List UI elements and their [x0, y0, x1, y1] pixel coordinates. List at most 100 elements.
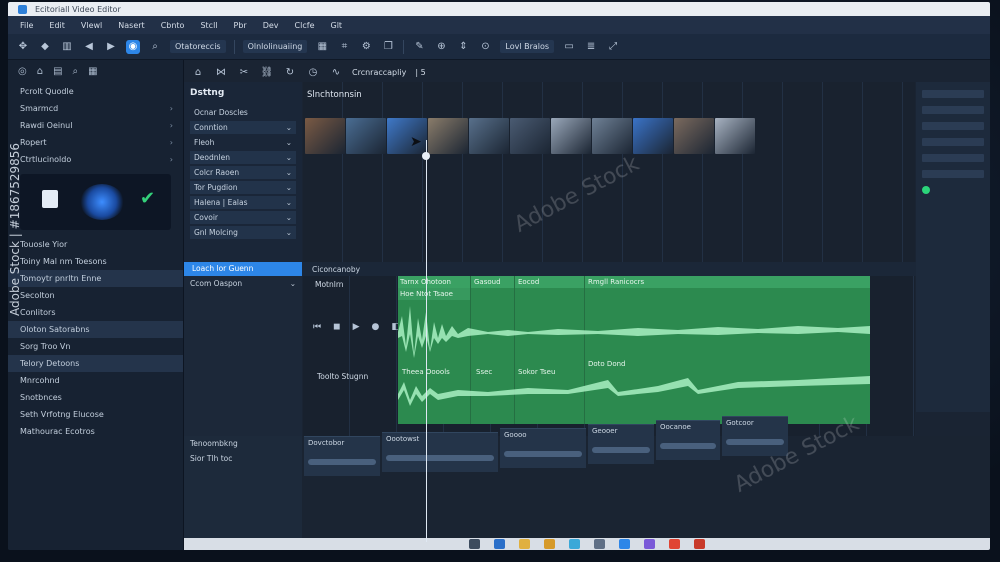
clip-thumbnail[interactable]	[715, 118, 755, 154]
toolbar-tab-label[interactable]: Crcnraccapliy	[352, 68, 406, 77]
taskbar-app-icon[interactable]	[469, 539, 480, 549]
sidebar-item[interactable]: Oloton Satorabns	[8, 321, 183, 338]
menu-item[interactable]: Stcll	[200, 21, 217, 30]
inspector-field[interactable]	[922, 106, 984, 114]
sidebar-section-label[interactable]: Pcrolt Quodle	[8, 83, 183, 100]
browser-row[interactable]: Tor Pugdion ⌄	[190, 181, 296, 194]
taskbar-app-icon[interactable]	[544, 539, 555, 549]
arrow-right-icon[interactable]: ▶	[104, 40, 118, 54]
clip-lane[interactable]: Dovctobor	[304, 436, 380, 476]
diamond-icon[interactable]: ◆	[38, 40, 52, 54]
split-icon[interactable]: ▥	[60, 40, 74, 54]
move-icon[interactable]: ✥	[16, 40, 30, 54]
loop-icon[interactable]: ↻	[283, 65, 297, 79]
load-button[interactable]: Lovl Bralos	[500, 40, 555, 53]
menu-item[interactable]: Glt	[331, 21, 343, 30]
mute-icon[interactable]: ◼	[333, 322, 340, 332]
toolbar-item-label[interactable]: Olnlolinuaiing	[242, 40, 308, 53]
sidebar-item[interactable]: Ropert ›	[8, 134, 183, 151]
clip-thumbnail[interactable]	[510, 118, 550, 154]
clip-lane[interactable]: Oocanoe	[656, 420, 720, 460]
play-icon[interactable]: ▶	[353, 322, 360, 332]
menu-item[interactable]: Edit	[49, 21, 65, 30]
menu-item[interactable]: File	[20, 21, 33, 30]
record-icon[interactable]: ●	[372, 322, 380, 332]
lock-icon[interactable]: ⌂	[37, 66, 43, 77]
layers-icon[interactable]: ≣	[584, 40, 598, 54]
browser-row[interactable]: Fleoh ⌄	[190, 136, 296, 149]
sidebar-item[interactable]: Secolton	[8, 287, 183, 304]
up-down-icon[interactable]: ⇕	[456, 40, 470, 54]
audio-region[interactable]: Tarnx Ohotoon Gasoud Eocod Rmgll Ranicoc…	[398, 276, 870, 424]
sidebar-item[interactable]: Telory Detoons	[8, 355, 183, 372]
sidebar-item[interactable]: Snotbnces	[8, 389, 183, 406]
globe-icon[interactable]: ◎	[18, 66, 27, 77]
inspector-field[interactable]	[922, 90, 984, 98]
clip-thumbnail[interactable]	[305, 118, 345, 154]
expand-icon[interactable]: ⤢	[606, 40, 620, 54]
wave-icon[interactable]: ∿	[329, 65, 343, 79]
taskbar-app-icon[interactable]	[519, 539, 530, 549]
taskbar-app-icon[interactable]	[594, 539, 605, 549]
grid-icon[interactable]: ▦	[315, 40, 329, 54]
browser-row[interactable]: Deodnlen ⌄	[190, 151, 296, 164]
menu-item[interactable]: Nasert	[118, 21, 144, 30]
previous-icon[interactable]: ⏮	[313, 322, 321, 332]
crop-icon[interactable]: ⌗	[337, 40, 351, 54]
playhead-handle[interactable]	[422, 152, 430, 160]
sidebar-item[interactable]: Tomoytr pnrltn Enne	[8, 270, 183, 287]
clip-thumbnail[interactable]	[592, 118, 632, 154]
inspector-field[interactable]	[922, 170, 984, 178]
sidebar-item[interactable]: Touosle Yior	[8, 236, 183, 253]
copy-icon[interactable]: ❐	[381, 40, 395, 54]
track-head[interactable]: Ccom Oaspon ⌄	[184, 276, 302, 291]
taskbar-app-icon[interactable]	[494, 539, 505, 549]
snap-icon[interactable]: ⋈	[214, 65, 228, 79]
razor-icon[interactable]: ✂	[237, 65, 251, 79]
settings-icon[interactable]: ⚙	[359, 40, 373, 54]
toolbar-search-label[interactable]: Otatoreccis	[170, 40, 226, 53]
menu-item[interactable]: Vlewl	[81, 21, 102, 30]
sidebar-item[interactable]: Seth Vrfotng Elucose	[8, 406, 183, 423]
folder-icon[interactable]: ▤	[53, 66, 62, 77]
menu-item[interactable]: Dev	[263, 21, 279, 30]
timeline-tab-active[interactable]: Loach lor Guenn	[184, 262, 302, 276]
sidebar-item[interactable]: Conlitors	[8, 304, 183, 321]
clip-thumbnail[interactable]	[633, 118, 673, 154]
sidebar-item[interactable]: Mnrcohnd	[8, 372, 183, 389]
browser-row[interactable]: Conntion ⌄	[190, 121, 296, 134]
clip-thumbnail[interactable]	[551, 118, 591, 154]
taskbar-app-icon[interactable]	[619, 539, 630, 549]
browser-row[interactable]: Gnl Molcing ⌄	[190, 226, 296, 239]
menu-item[interactable]: Cbnto	[161, 21, 185, 30]
browser-row[interactable]: Colcr Raoen ⌄	[190, 166, 296, 179]
taskbar-app-icon[interactable]	[669, 539, 680, 549]
search-icon[interactable]: ⌕	[148, 40, 162, 54]
playhead-line[interactable]	[426, 140, 427, 542]
taskbar-app-icon[interactable]	[694, 539, 705, 549]
zoom-icon[interactable]: ⊕	[434, 40, 448, 54]
browser-row[interactable]: Covoir ⌄	[190, 211, 296, 224]
search-icon[interactable]: ⌕	[73, 66, 79, 77]
arrow-left-icon[interactable]: ◀	[82, 40, 96, 54]
clip-thumbnail[interactable]	[428, 118, 468, 154]
clip-lane[interactable]: Goooo	[500, 428, 586, 468]
target-icon[interactable]: ⊙	[478, 40, 492, 54]
clock-icon[interactable]: ◷	[306, 65, 320, 79]
pen-icon[interactable]: ✎	[412, 40, 426, 54]
sidebar-item[interactable]: Smarmcd ›	[8, 100, 183, 117]
browser-media-label[interactable]: Ocnar Doscles	[190, 106, 296, 119]
preview-card[interactable]: ✔	[20, 174, 171, 230]
lower-track-head[interactable]: Tenoombkng Sior Tlh toc	[184, 436, 302, 550]
inspector-field[interactable]	[922, 138, 984, 146]
sidebar-item[interactable]: Rawdi Oeinul ›	[8, 117, 183, 134]
home-icon[interactable]: ⌂	[191, 65, 205, 79]
sidebar-item[interactable]: Sorg Troo Vn	[8, 338, 183, 355]
inspector-field[interactable]	[922, 122, 984, 130]
clip-lane[interactable]: Oootowst	[382, 432, 498, 472]
menu-item[interactable]: Clcfe	[295, 21, 315, 30]
taskbar-app-icon[interactable]	[569, 539, 580, 549]
sidebar-item[interactable]: Toiny Mal nm Toesons	[8, 253, 183, 270]
browser-row[interactable]: Halena | Ealas ⌄	[190, 196, 296, 209]
inspector-field[interactable]	[922, 154, 984, 162]
